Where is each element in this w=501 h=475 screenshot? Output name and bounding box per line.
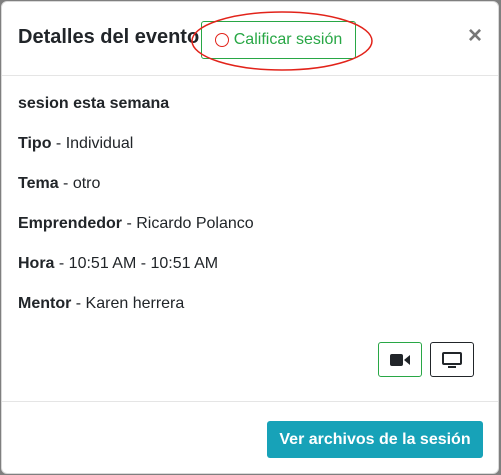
modal-title: Detalles del evento [18,26,200,48]
close-button[interactable]: × [468,24,482,48]
field-value: Ricardo Polanco [136,215,254,232]
rate-session-button[interactable]: Calificar sesión [201,21,356,59]
modal-footer: Ver archivos de la sesión [2,401,498,474]
video-call-button[interactable] [378,342,422,377]
rate-session-label: Calificar sesión [233,31,343,48]
field-row-emprendedor: Emprendedor - Ricardo Polanco [18,215,254,232]
field-value: 10:51 AM - 10:51 AM [68,255,219,272]
field-value: Individual [65,135,134,152]
field-value: Karen herrera [85,295,185,312]
event-details-modal: Detalles del evento Calificar sesión × s… [1,1,499,474]
field-label: Tipo [18,135,52,152]
modal-header: Detalles del evento Calificar sesión × [2,2,498,76]
field-label: Emprendedor [18,215,123,232]
field-row-mentor: Mentor - Karen herrera [18,295,185,312]
field-row-hora: Hora - 10:51 AM - 10:51 AM [18,255,219,272]
field-value: otro [72,175,101,192]
view-session-files-button[interactable]: Ver archivos de la sesión [267,421,483,458]
monitor-icon [442,351,462,368]
field-label: Tema [18,175,59,192]
screen-share-button[interactable] [430,342,474,377]
circle-icon [214,33,229,47]
event-name: sesion esta semana [18,95,170,112]
field-row-tema: Tema - otro [18,175,101,192]
field-row-tipo: Tipo - Individual [18,135,134,152]
video-camera-icon [390,353,410,366]
field-label: Mentor [18,295,72,312]
field-label: Hora [18,255,55,272]
